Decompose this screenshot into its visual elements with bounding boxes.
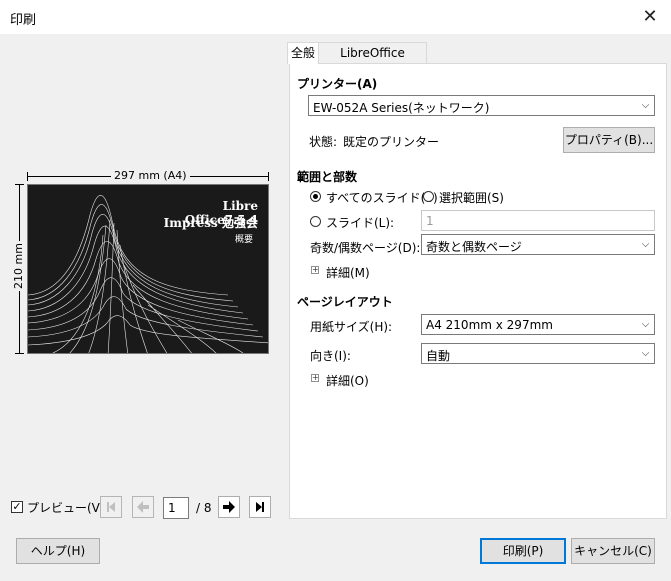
slides-label: スライド(L): <box>326 216 395 230</box>
properties-button[interactable]: プロパティ(B)... <box>563 127 655 153</box>
first-page-button[interactable] <box>100 496 122 518</box>
all-slides-radio[interactable] <box>310 191 321 202</box>
help-button[interactable]: ヘルプ(H) <box>16 538 100 564</box>
prev-page-button[interactable] <box>132 496 154 518</box>
next-page-button[interactable] <box>218 496 240 518</box>
slides-input[interactable]: 1 <box>421 210 655 231</box>
orientation-label: 向き(I): <box>310 349 351 363</box>
chevron-down-icon: ⌵ <box>641 348 650 359</box>
next-page-icon <box>223 501 235 513</box>
preview-height-label: 210 mm <box>12 184 26 354</box>
last-page-button[interactable] <box>249 496 271 518</box>
odd-even-select[interactable]: 奇数と偶数ページ ⌵ <box>421 234 655 255</box>
preview-checkbox-label: プレビュー(V) <box>27 501 105 515</box>
paper-size-label: 用紙サイズ(H): <box>310 320 393 334</box>
prev-page-icon <box>137 501 149 513</box>
paper-size-select[interactable]: A4 210mm x 297mm ⌵ <box>421 314 655 335</box>
layout-section-title: ページレイアウト <box>297 295 393 309</box>
selection-label: 選択範囲(S) <box>439 191 504 205</box>
range-section-title: 範囲と部数 <box>297 170 358 184</box>
slide-preview: Libre Office7.5.4 Impress 勉強会 概要 <box>27 184 269 354</box>
tab-impress[interactable]: LibreOffice Impress <box>318 42 427 81</box>
printer-status-value: 既定のプリンター <box>343 135 440 149</box>
slide-title-line2: Impress 勉強会 <box>163 216 258 230</box>
odd-even-label: 奇数/偶数ページ(D): <box>310 241 421 255</box>
print-button[interactable]: 印刷(P) <box>480 538 566 564</box>
printer-section-title: プリンター(A) <box>297 77 378 91</box>
range-details-label[interactable]: 詳細(M) <box>326 264 370 281</box>
close-icon[interactable]: ✕ <box>638 5 662 29</box>
first-page-icon <box>107 502 115 512</box>
chevron-down-icon: ⌵ <box>641 319 650 330</box>
printer-select[interactable]: EW-052A Series(ネットワーク) ⌵ <box>308 95 655 116</box>
selection-radio[interactable] <box>423 191 434 202</box>
chevron-down-icon: ⌵ <box>641 239 650 250</box>
chevron-down-icon: ⌵ <box>641 100 650 111</box>
cancel-button[interactable]: キャンセル(C) <box>571 538 655 564</box>
page-number-input[interactable]: 1 <box>163 497 189 519</box>
tab-general[interactable]: 全般 <box>287 42 319 64</box>
orientation-select[interactable]: 自動 ⌵ <box>421 343 655 364</box>
page-total: / 8 <box>196 501 212 515</box>
preview-width-label: 297 mm (A4) <box>27 169 269 183</box>
window-title: 印刷 <box>10 13 37 28</box>
layout-details-expander[interactable]: + <box>311 374 319 382</box>
last-page-icon <box>256 502 264 512</box>
printer-status-label: 状態: <box>309 135 338 149</box>
slides-radio[interactable] <box>310 216 321 227</box>
title-bar <box>0 0 671 34</box>
layout-details-label[interactable]: 詳細(O) <box>326 372 369 389</box>
all-slides-label: すべてのスライド(S) <box>326 191 438 205</box>
range-details-expander[interactable]: + <box>311 266 319 274</box>
preview-checkbox[interactable]: ✓ <box>11 501 23 513</box>
slide-subtitle: 概要 <box>234 235 253 245</box>
